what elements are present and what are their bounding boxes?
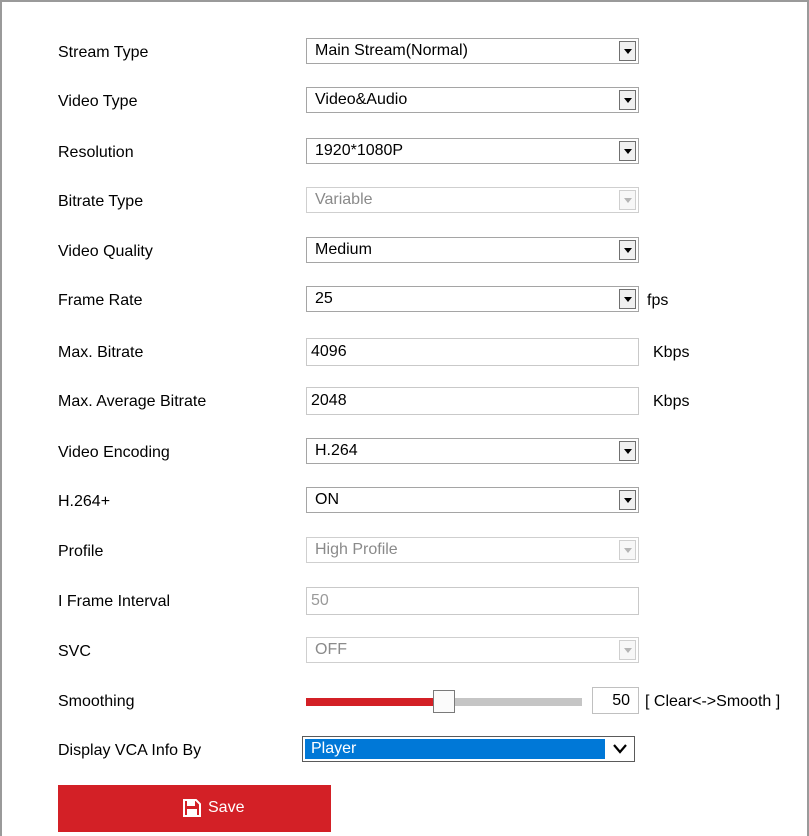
video-encoding-select[interactable]: H.264 (306, 438, 639, 464)
row-frame-rate: Frame Rate 25 fps (2, 286, 809, 316)
h264-plus-label: H.264+ (58, 493, 111, 510)
row-smoothing: Smoothing 50 [ Clear<->Smooth ] (2, 687, 809, 717)
i-frame-interval-label: I Frame Interval (58, 593, 171, 610)
bitrate-type-label: Bitrate Type (58, 193, 144, 210)
chevron-down-icon[interactable] (619, 441, 636, 461)
video-encoding-label: Video Encoding (58, 444, 170, 461)
row-display-vca: Display VCA Info By Player (2, 736, 809, 766)
profile-label: Profile (58, 543, 104, 560)
bitrate-type-select: Variable (306, 187, 639, 213)
bitrate-type-value: Variable (315, 191, 373, 208)
video-encoding-value: H.264 (315, 442, 358, 459)
resolution-value: 1920*1080P (315, 142, 404, 159)
chevron-down-icon[interactable] (619, 490, 636, 510)
smoothing-slider-fill (306, 698, 444, 706)
max-average-bitrate-unit: Kbps (653, 393, 690, 410)
svc-label: SVC (58, 643, 91, 660)
chevron-down-icon[interactable] (619, 141, 636, 161)
smoothing-hint: [ Clear<->Smooth ] (645, 693, 781, 710)
frame-rate-unit: fps (647, 292, 669, 309)
video-quality-value: Medium (315, 241, 372, 258)
row-bitrate-type: Bitrate Type Variable (2, 187, 809, 217)
display-vca-label: Display VCA Info By (58, 742, 202, 759)
video-type-value: Video&Audio (315, 91, 408, 108)
save-button-label: Save (208, 799, 245, 816)
resolution-label: Resolution (58, 144, 134, 161)
row-max-average-bitrate: Max. Average Bitrate 2048 Kbps (2, 387, 809, 417)
save-icon (183, 799, 201, 817)
svc-value: OFF (315, 641, 347, 658)
row-h264-plus: H.264+ ON (2, 487, 809, 517)
max-average-bitrate-label: Max. Average Bitrate (58, 393, 207, 410)
h264-plus-select[interactable]: ON (306, 487, 639, 513)
video-quality-label: Video Quality (58, 243, 153, 260)
h264-plus-value: ON (315, 491, 339, 508)
resolution-select[interactable]: 1920*1080P (306, 138, 639, 164)
i-frame-interval-input: 50 (306, 587, 639, 615)
max-bitrate-label: Max. Bitrate (58, 344, 144, 361)
chevron-down-icon[interactable] (610, 740, 630, 758)
chevron-down-icon (619, 190, 636, 210)
smoothing-label: Smoothing (58, 693, 135, 710)
chevron-down-icon[interactable] (619, 240, 636, 260)
save-button[interactable]: Save (58, 785, 331, 832)
row-stream-type: Stream Type Main Stream(Normal) (2, 38, 809, 68)
chevron-down-icon[interactable] (619, 289, 636, 309)
max-bitrate-value: 4096 (311, 343, 347, 360)
smoothing-slider-thumb[interactable] (433, 690, 455, 713)
smoothing-slider-track[interactable] (306, 690, 582, 713)
row-max-bitrate: Max. Bitrate 4096 Kbps (2, 338, 809, 368)
row-resolution: Resolution 1920*1080P (2, 138, 809, 168)
max-average-bitrate-input[interactable]: 2048 (306, 387, 639, 415)
video-type-label: Video Type (58, 93, 138, 110)
profile-select: High Profile (306, 537, 639, 563)
svc-select: OFF (306, 637, 639, 663)
chevron-down-icon (619, 540, 636, 560)
row-video-encoding: Video Encoding H.264 (2, 438, 809, 468)
smoothing-value-input[interactable]: 50 (592, 687, 639, 714)
chevron-down-icon (619, 640, 636, 660)
i-frame-interval-value: 50 (311, 592, 329, 609)
display-vca-select[interactable]: Player (302, 736, 635, 762)
stream-type-select[interactable]: Main Stream(Normal) (306, 38, 639, 64)
settings-panel: Stream Type Main Stream(Normal) Video Ty… (0, 0, 809, 836)
row-profile: Profile High Profile (2, 537, 809, 567)
frame-rate-value: 25 (315, 290, 333, 307)
max-bitrate-unit: Kbps (653, 344, 690, 361)
frame-rate-label: Frame Rate (58, 292, 143, 309)
max-average-bitrate-value: 2048 (311, 392, 347, 409)
stream-type-label: Stream Type (58, 44, 149, 61)
stream-type-value: Main Stream(Normal) (315, 42, 468, 59)
row-video-quality: Video Quality Medium (2, 237, 809, 267)
profile-value: High Profile (315, 541, 398, 558)
row-i-frame-interval: I Frame Interval 50 (2, 587, 809, 617)
max-bitrate-input[interactable]: 4096 (306, 338, 639, 366)
row-video-type: Video Type Video&Audio (2, 87, 809, 117)
video-quality-select[interactable]: Medium (306, 237, 639, 263)
chevron-down-icon[interactable] (619, 90, 636, 110)
frame-rate-select[interactable]: 25 (306, 286, 639, 312)
chevron-down-icon[interactable] (619, 41, 636, 61)
display-vca-value: Player (311, 740, 357, 757)
row-svc: SVC OFF (2, 637, 809, 667)
video-type-select[interactable]: Video&Audio (306, 87, 639, 113)
